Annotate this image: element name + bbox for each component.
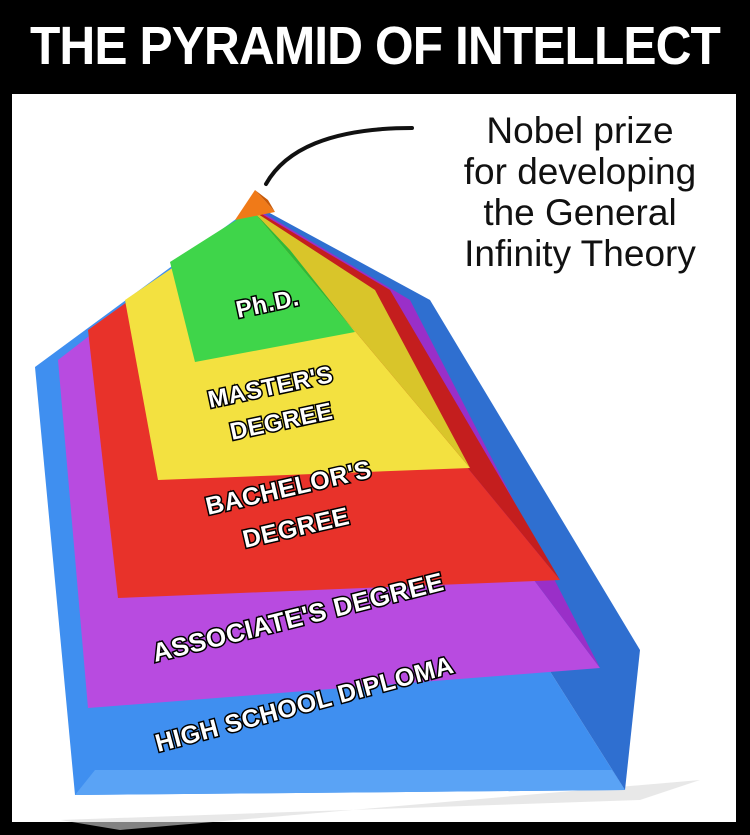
annotation-line-3: the General (483, 192, 677, 233)
annotation-pointer-line (264, 126, 414, 186)
nobel-annotation: Nobel prize for developing the General I… (430, 110, 730, 274)
meme-frame: THE PYRAMID OF INTELLECT Ph.D. MASTER'S … (0, 0, 750, 835)
annotation-line-2: for developing (463, 151, 697, 192)
tier-high-school-front (75, 770, 625, 795)
annotation-line-4: Infinity Theory (464, 233, 696, 274)
annotation-line-1: Nobel prize (486, 110, 674, 151)
